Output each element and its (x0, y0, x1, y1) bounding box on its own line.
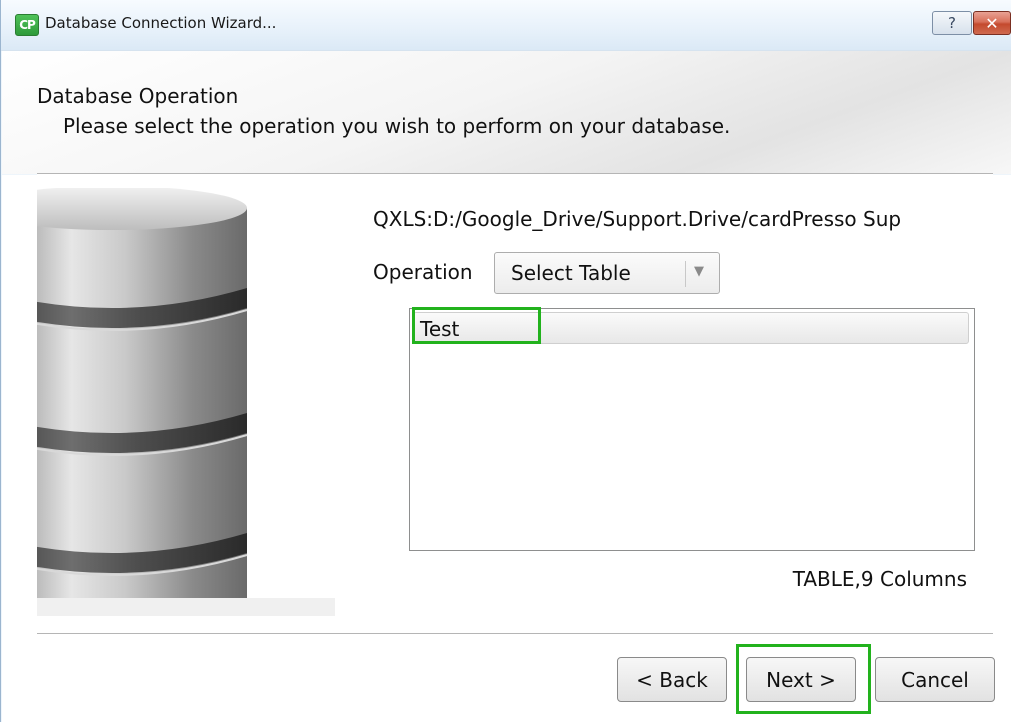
wizard-header (2, 51, 1011, 174)
select-divider (685, 261, 686, 287)
footer-divider (37, 633, 993, 635)
table-list[interactable]: Test (409, 308, 975, 551)
page-subtitle: Please select the operation you wish to … (63, 114, 731, 138)
highlight-box-next-button (736, 644, 871, 714)
help-button[interactable]: ? (932, 11, 972, 35)
wizard-window: CP Database Connection Wizard... ? ✕ Dat… (0, 0, 1011, 722)
app-logo-icon: CP (15, 14, 39, 36)
page-title: Database Operation (37, 84, 239, 108)
title-bar: CP Database Connection Wizard... ? ✕ (1, 0, 1011, 51)
window-title: Database Connection Wizard... (45, 14, 277, 32)
operation-select[interactable]: Select Table ▼ (494, 252, 720, 294)
highlight-box-test-row (412, 307, 541, 344)
database-icon (37, 188, 335, 616)
chevron-down-icon[interactable]: ▼ (694, 264, 704, 279)
table-info: TABLE,9 Columns (792, 567, 967, 591)
operation-select-value: Select Table (511, 261, 631, 285)
data-source-path: QXLS:D:/Google_Drive/Support.Drive/cardP… (373, 207, 902, 231)
close-button[interactable]: ✕ (973, 11, 1011, 35)
back-button[interactable]: < Back (617, 657, 727, 702)
database-cylinder-image (37, 188, 335, 616)
operation-label: Operation (373, 260, 473, 284)
cancel-button[interactable]: Cancel (875, 657, 995, 702)
